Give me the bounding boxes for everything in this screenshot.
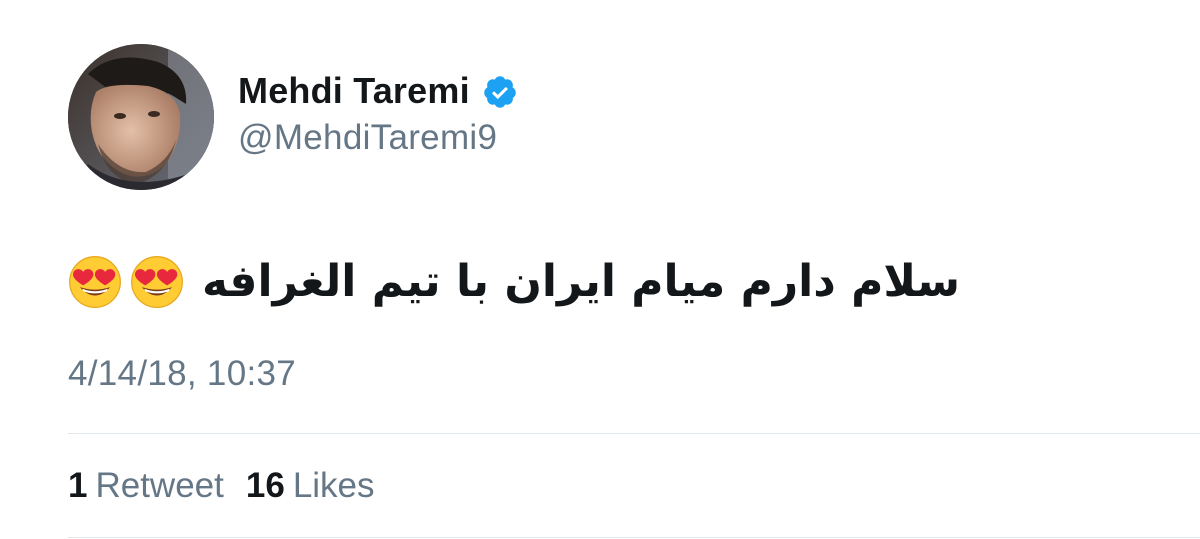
tweet-body: سلام دارم میام ایران با تیم الغرافه — [68, 252, 960, 312]
heart-eyes-emoji-icon — [130, 255, 184, 309]
divider — [68, 537, 1200, 538]
tweet-text: سلام دارم میام ایران با تیم الغرافه — [202, 256, 961, 307]
retweets-label: Retweet — [95, 466, 224, 505]
avatar[interactable] — [68, 44, 214, 190]
avatar-photo — [68, 44, 214, 190]
display-name[interactable]: Mehdi Taremi — [238, 70, 470, 112]
retweets-stat[interactable]: 1 Retweet — [68, 466, 224, 506]
retweets-count: 1 — [68, 466, 88, 505]
tweet-stats: 1 Retweet 16 Likes — [68, 466, 375, 506]
divider — [68, 433, 1200, 434]
verified-badge-icon — [482, 74, 518, 110]
tweet-detail: Mehdi Taremi @MehdiTaremi9 سلام دارم میا… — [0, 0, 1200, 539]
heart-eyes-emoji-icon — [68, 255, 122, 309]
author-name-row[interactable]: Mehdi Taremi — [238, 66, 518, 116]
username[interactable]: @MehdiTaremi9 — [238, 118, 497, 158]
likes-stat[interactable]: 16 Likes — [246, 466, 375, 506]
likes-count: 16 — [245, 466, 285, 505]
tweet-timestamp[interactable]: 4/14/18, 10:37 — [68, 354, 296, 394]
likes-label: Likes — [292, 466, 375, 505]
